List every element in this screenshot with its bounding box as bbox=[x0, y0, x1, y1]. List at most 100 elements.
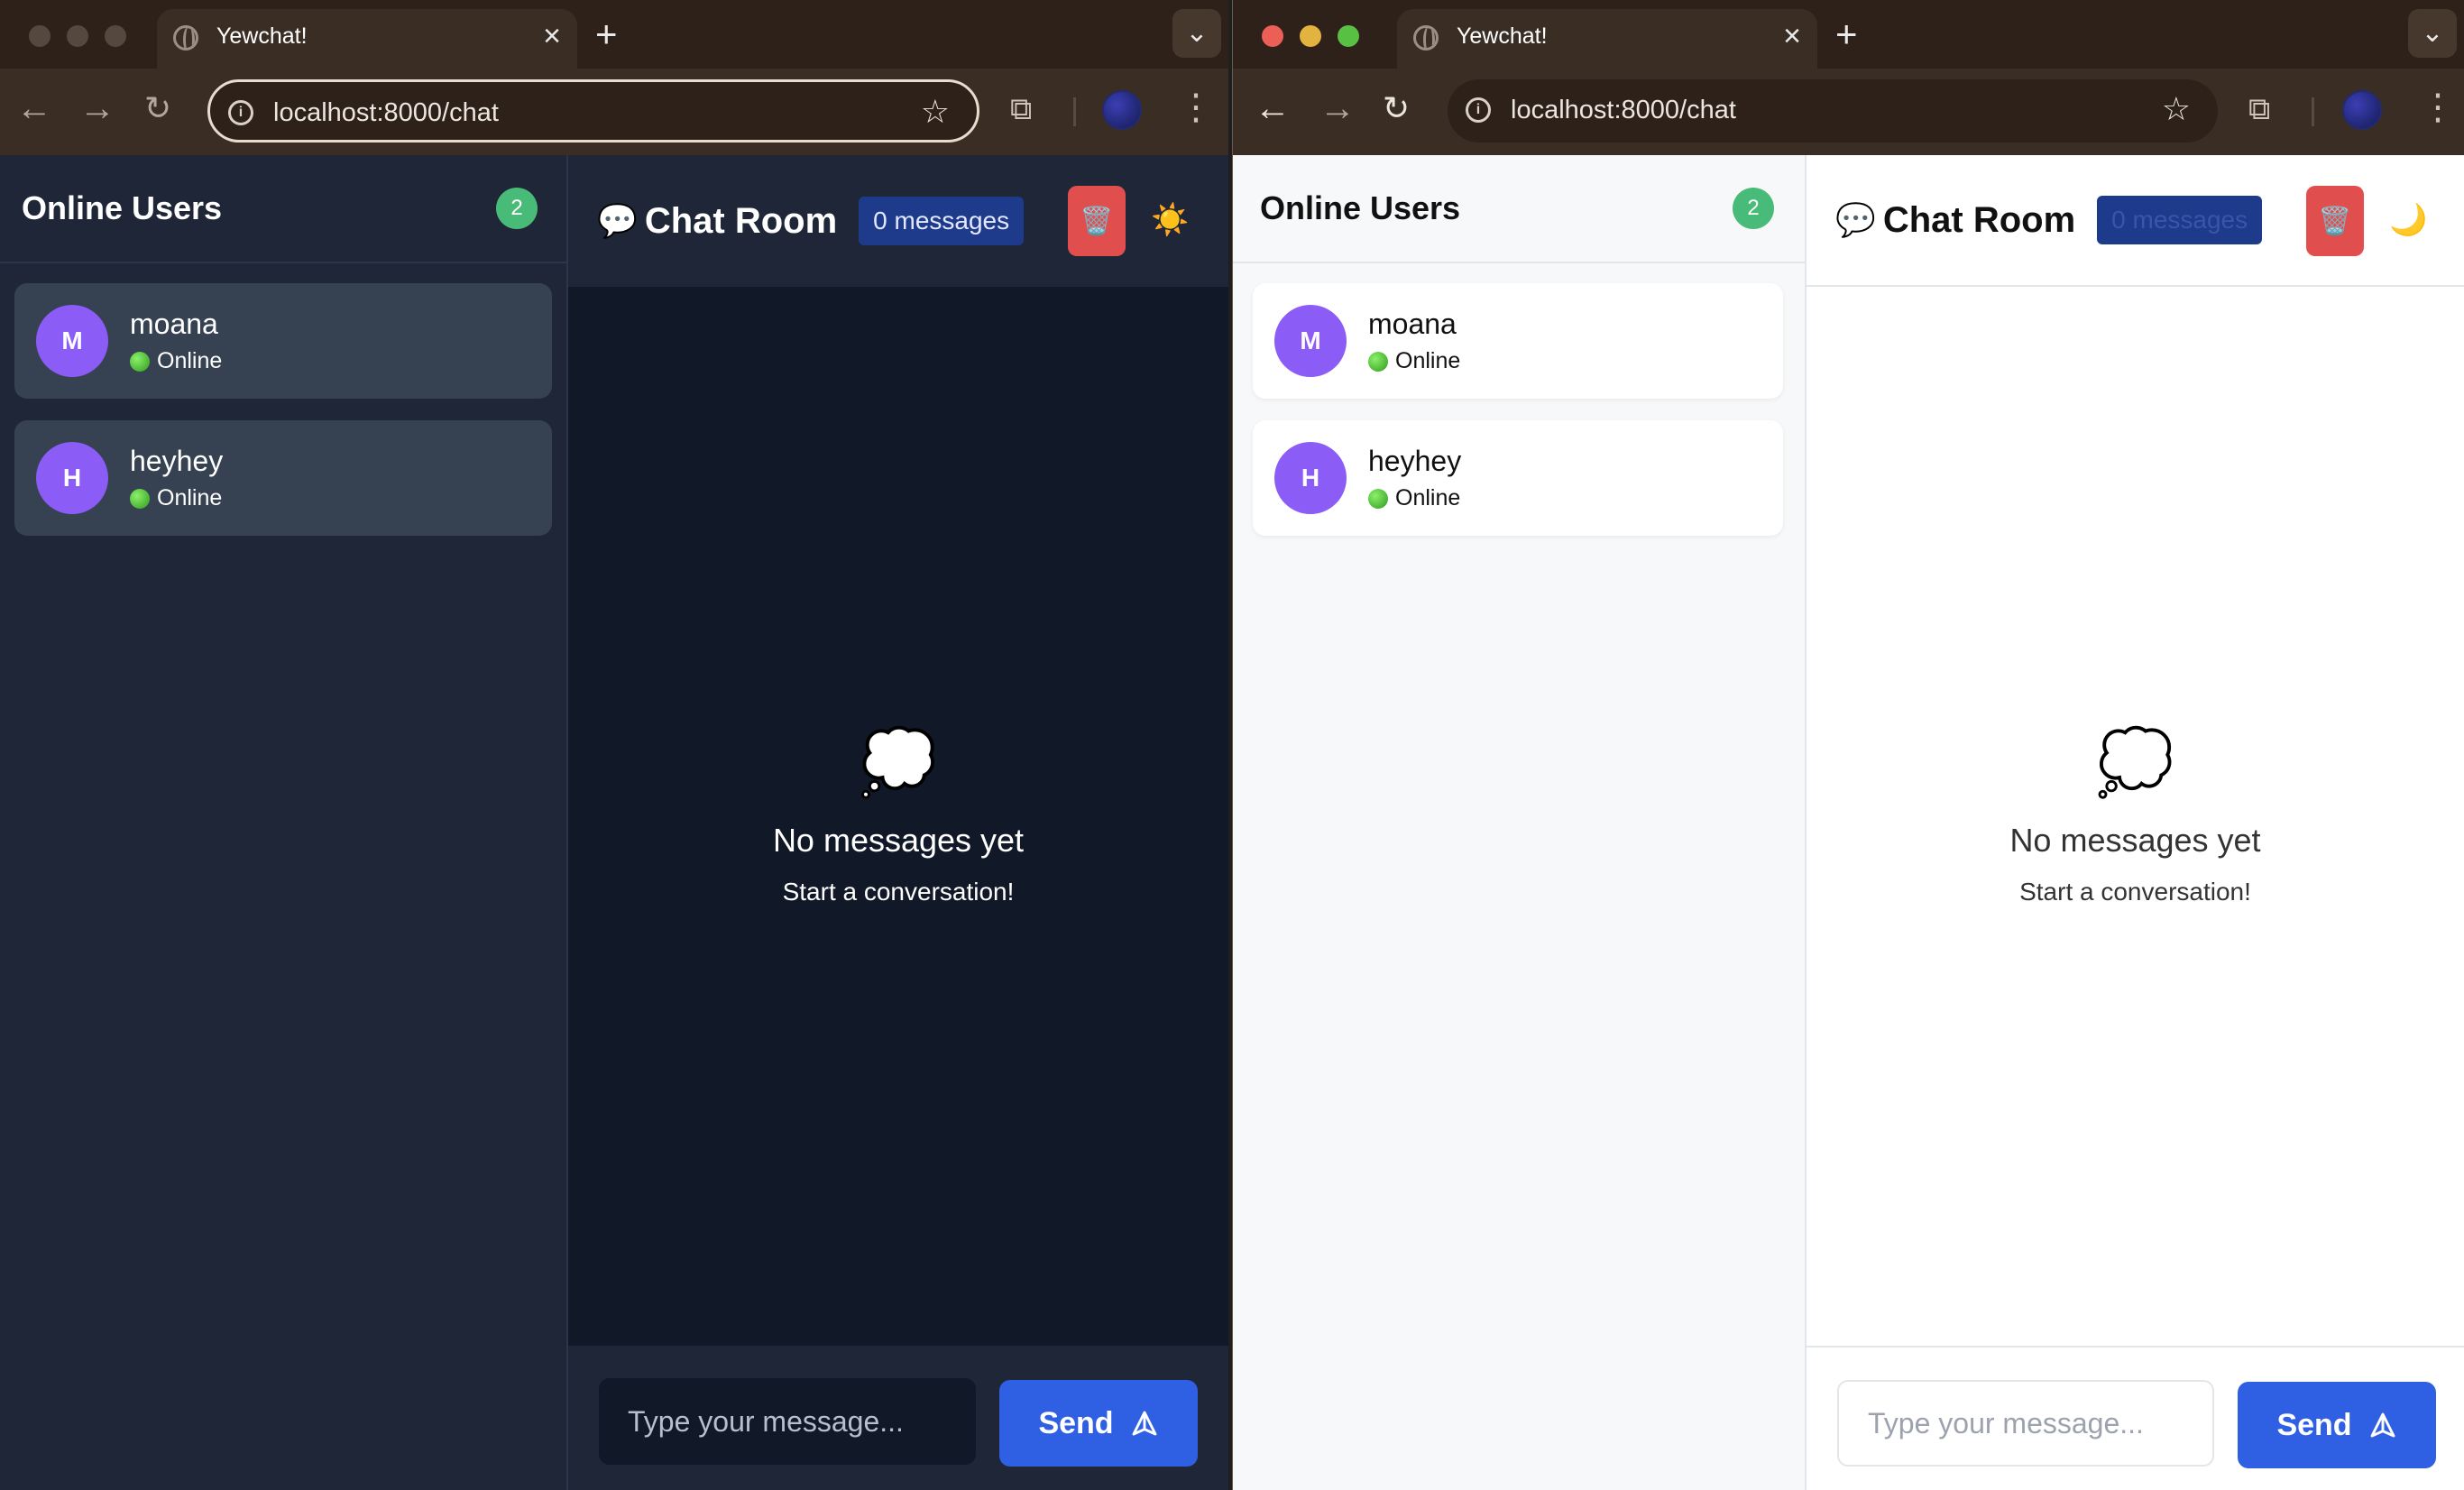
window-controls bbox=[1262, 25, 1359, 47]
clear-chat-button[interactable]: 🗑️ bbox=[1068, 186, 1126, 256]
online-count-badge: 2 bbox=[496, 188, 538, 229]
browser-menu-icon[interactable]: ⋮ bbox=[2420, 87, 2456, 128]
empty-state-subtitle: Start a conversation! bbox=[2019, 878, 2251, 906]
maximize-window-button[interactable] bbox=[1338, 25, 1359, 47]
thought-bubble-icon: 💭 bbox=[859, 727, 938, 797]
trash-icon: 🗑️ bbox=[2318, 206, 2352, 236]
message-count-badge: 0 messages bbox=[2097, 196, 2263, 244]
user-name: moana bbox=[1368, 308, 1457, 340]
theme-toggle-sun-icon[interactable]: ☀️ bbox=[1151, 202, 1189, 238]
online-users-sidebar: Online Users 2 M moana Online H heyhey O… bbox=[1233, 155, 1807, 1490]
send-label: Send bbox=[2276, 1407, 2352, 1442]
tab-strip: Yewchat! × + ⌄ bbox=[0, 0, 1228, 69]
address-bar[interactable]: i localhost:8000/chat ☆ bbox=[207, 79, 979, 143]
chat-header: 💬 Chat Room 0 messages 🗑️ ☀️ bbox=[568, 155, 1228, 287]
user-status: Online bbox=[1395, 485, 1461, 510]
send-icon bbox=[1132, 1411, 1157, 1436]
window-controls bbox=[29, 25, 126, 47]
browser-tab[interactable]: Yewchat! × bbox=[157, 9, 577, 69]
profile-avatar-icon[interactable] bbox=[2342, 90, 2382, 130]
empty-state-title: No messages yet bbox=[2009, 822, 2261, 859]
chat-main: 💬 Chat Room 0 messages 🗑️ 🌙 💭 No message… bbox=[1807, 155, 2464, 1490]
site-info-icon[interactable]: i bbox=[228, 100, 253, 125]
sidebar-header: Online Users 2 bbox=[0, 155, 566, 263]
page-content: Online Users 2 M moana Online H heyhey O… bbox=[1233, 155, 2464, 1490]
address-bar[interactable]: i localhost:8000/chat ☆ bbox=[1448, 79, 2218, 143]
send-icon bbox=[2370, 1412, 2395, 1438]
user-item[interactable]: H heyhey Online bbox=[1253, 420, 1783, 536]
extensions-icon[interactable]: ⧉ bbox=[2248, 92, 2270, 127]
bookmark-star-icon[interactable]: ☆ bbox=[921, 93, 950, 131]
tab-title: Yewchat! bbox=[216, 23, 308, 49]
theme-toggle-moon-icon[interactable]: 🌙 bbox=[2389, 202, 2427, 238]
composer: Send bbox=[1807, 1346, 2464, 1490]
user-item[interactable]: M moana Online bbox=[14, 283, 552, 399]
message-input[interactable] bbox=[599, 1378, 976, 1465]
tab-search-button[interactable]: ⌄ bbox=[1172, 9, 1221, 58]
new-tab-button[interactable]: + bbox=[595, 13, 618, 56]
avatar: M bbox=[36, 305, 108, 377]
close-window-button[interactable] bbox=[1262, 25, 1283, 47]
back-icon[interactable]: ← bbox=[1255, 87, 1291, 130]
toolbar-divider bbox=[1073, 97, 1076, 126]
browser-window-dark: Yewchat! × + ⌄ ← → ↻ i localhost:8000/ch… bbox=[0, 0, 1228, 1490]
toolbar-divider bbox=[2312, 97, 2314, 126]
message-input[interactable] bbox=[1837, 1380, 2214, 1467]
online-count-badge: 2 bbox=[1733, 188, 1774, 229]
user-status: Online bbox=[157, 485, 223, 510]
reload-icon[interactable]: ↻ bbox=[1383, 87, 1410, 130]
address-url: localhost:8000/chat bbox=[273, 98, 499, 127]
extensions-icon[interactable]: ⧉ bbox=[1010, 92, 1032, 127]
online-status-icon bbox=[130, 488, 150, 509]
forward-icon[interactable]: → bbox=[1319, 87, 1356, 130]
browser-window-light: Yewchat! × + ⌄ ← → ↻ i localhost:8000/ch… bbox=[1232, 0, 2464, 1490]
message-count-badge: 0 messages bbox=[859, 197, 1025, 245]
chat-main: 💬 Chat Room 0 messages 🗑️ ☀️ 💭 No messag… bbox=[568, 155, 1228, 1490]
close-window-button[interactable] bbox=[29, 25, 51, 47]
forward-icon[interactable]: → bbox=[79, 87, 115, 130]
chat-header: 💬 Chat Room 0 messages 🗑️ 🌙 bbox=[1807, 155, 2464, 287]
trash-icon: 🗑️ bbox=[1080, 206, 1114, 236]
send-label: Send bbox=[1038, 1405, 1114, 1440]
user-name: moana bbox=[130, 308, 218, 340]
page-title: Chat Room bbox=[644, 200, 838, 241]
reload-icon[interactable]: ↻ bbox=[144, 87, 171, 130]
online-users-sidebar: Online Users 2 M moana Online H heyhey O… bbox=[0, 155, 568, 1490]
send-button[interactable]: Send bbox=[2238, 1382, 2436, 1468]
clear-chat-button[interactable]: 🗑️ bbox=[2306, 186, 2364, 256]
user-item[interactable]: M moana Online bbox=[1253, 283, 1783, 399]
profile-avatar-icon[interactable] bbox=[1102, 90, 1142, 130]
back-icon[interactable]: ← bbox=[16, 87, 52, 130]
avatar: H bbox=[36, 442, 108, 514]
maximize-window-button[interactable] bbox=[105, 25, 126, 47]
user-status: Online bbox=[157, 348, 223, 373]
site-info-icon[interactable]: i bbox=[1466, 97, 1491, 123]
new-tab-button[interactable]: + bbox=[1835, 13, 1858, 56]
close-tab-icon[interactable]: × bbox=[1783, 18, 1801, 54]
page-title: Chat Room bbox=[1882, 199, 2076, 240]
browser-menu-icon[interactable]: ⋮ bbox=[1178, 87, 1214, 128]
speech-bubble-icon: 💬 bbox=[1835, 201, 1876, 238]
tab-strip: Yewchat! × + ⌄ bbox=[1233, 0, 2464, 69]
sidebar-header: Online Users 2 bbox=[1233, 155, 1805, 263]
tab-search-button[interactable]: ⌄ bbox=[2408, 9, 2457, 58]
bookmark-star-icon[interactable]: ☆ bbox=[2162, 90, 2191, 128]
minimize-window-button[interactable] bbox=[1300, 25, 1321, 47]
empty-state-subtitle: Start a conversation! bbox=[782, 878, 1015, 906]
close-tab-icon[interactable]: × bbox=[543, 18, 561, 54]
messages-area: 💭 No messages yet Start a conversation! bbox=[1807, 287, 2464, 1346]
user-list: M moana Online H heyhey Online bbox=[1233, 263, 1805, 556]
browser-toolbar: ← → ↻ i localhost:8000/chat ☆ ⧉ ⋮ bbox=[1233, 69, 2464, 155]
browser-toolbar: ← → ↻ i localhost:8000/chat ☆ ⧉ ⋮ bbox=[0, 69, 1228, 155]
avatar: H bbox=[1274, 442, 1347, 514]
sidebar-title: Online Users bbox=[1260, 189, 1461, 226]
user-status: Online bbox=[1395, 348, 1461, 373]
user-name: heyhey bbox=[130, 445, 224, 477]
minimize-window-button[interactable] bbox=[67, 25, 88, 47]
send-button[interactable]: Send bbox=[999, 1380, 1198, 1467]
avatar: M bbox=[1274, 305, 1347, 377]
globe-icon bbox=[1413, 25, 1439, 51]
browser-tab[interactable]: Yewchat! × bbox=[1397, 9, 1817, 69]
speech-bubble-icon: 💬 bbox=[597, 202, 638, 239]
user-item[interactable]: H heyhey Online bbox=[14, 420, 552, 536]
